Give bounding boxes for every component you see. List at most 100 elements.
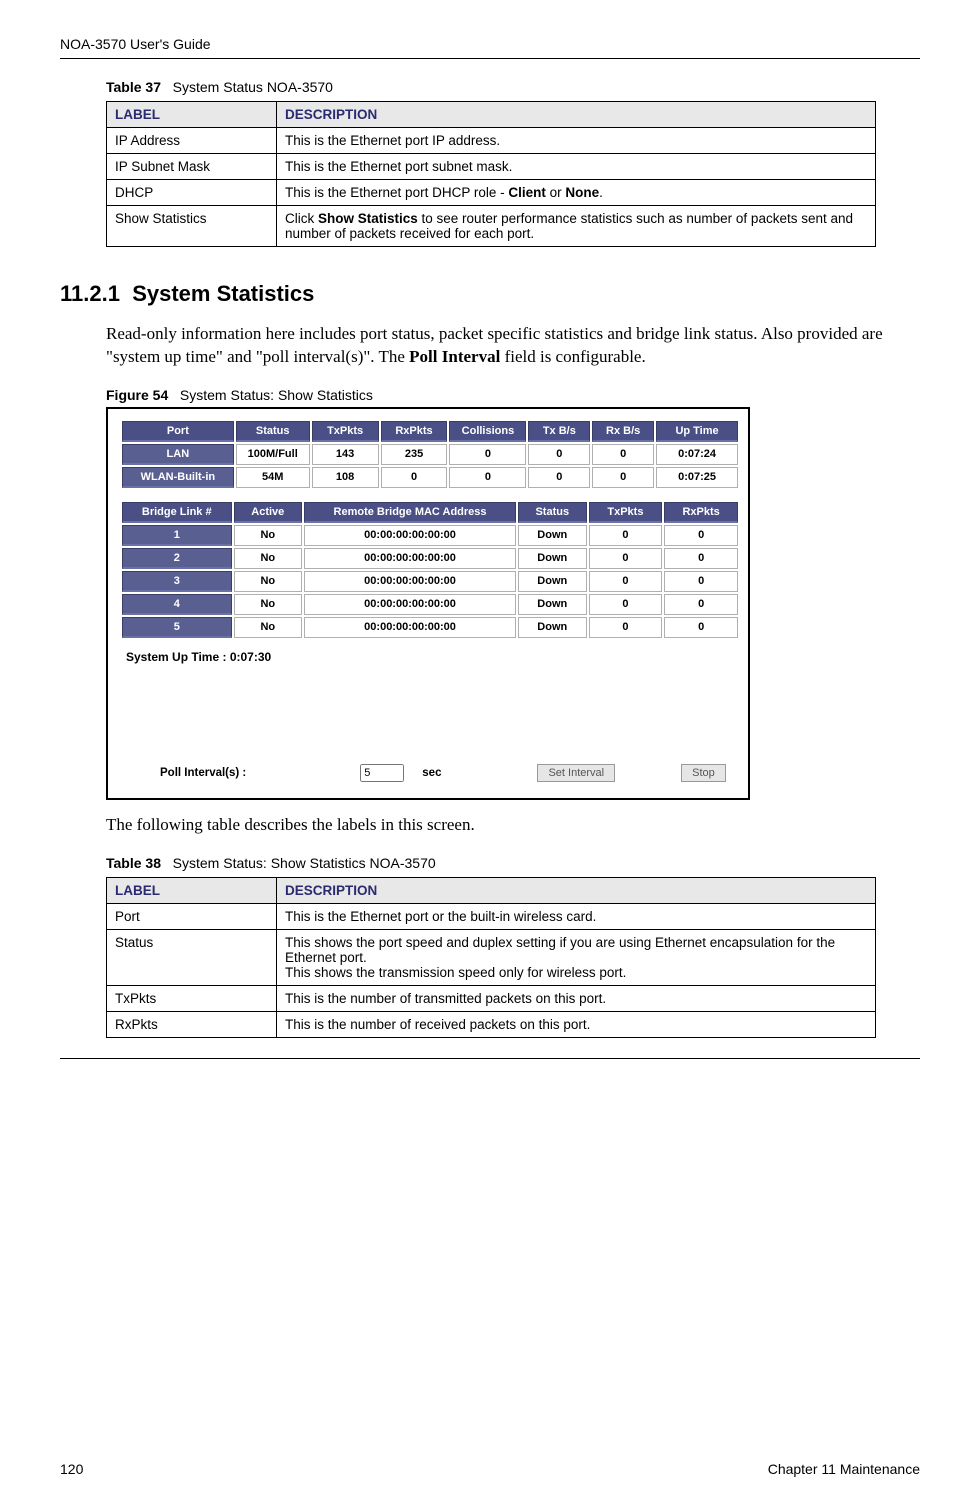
section-title: System Statistics	[132, 281, 314, 306]
table37-col-label: LABEL	[107, 102, 277, 128]
table-row: IP Address This is the Ethernet port IP …	[107, 128, 876, 154]
bridge-r0-n: 1	[122, 525, 232, 546]
table-row: DHCP This is the Ethernet port DHCP role…	[107, 180, 876, 206]
bridge-r1-tx: 0	[589, 548, 663, 569]
bridge-h-status: Status	[518, 502, 587, 523]
set-interval-button[interactable]: Set Interval	[537, 764, 615, 782]
table38-caption: Table 38 System Status: Show Statistics …	[106, 855, 920, 871]
ports-h-rxbs: Rx B/s	[592, 421, 654, 442]
bridge-h-tx: TxPkts	[589, 502, 663, 523]
text: This shows the transmission speed only f…	[285, 965, 626, 980]
ports-r1-port: WLAN-Built-in	[122, 467, 234, 488]
bridge-r2-n: 3	[122, 571, 232, 592]
system-uptime-label: System Up Time :	[126, 650, 226, 664]
ports-table: Port Status TxPkts RxPkts Collisions Tx …	[120, 419, 740, 490]
bridge-r0-mac: 00:00:00:00:00:00	[304, 525, 516, 546]
table37-caption: Table 37 System Status NOA-3570	[106, 79, 920, 95]
chapter-label: Chapter 11 Maintenance	[768, 1461, 920, 1477]
bridge-h-n: Bridge Link #	[122, 502, 232, 523]
figure54-caption-num: Figure 54	[106, 387, 168, 403]
bridge-r4-n: 5	[122, 617, 232, 638]
bridge-r3-rx: 0	[664, 594, 738, 615]
ports-h-tx: TxPkts	[312, 421, 379, 442]
table38-r1-label: Status	[107, 929, 277, 985]
bridge-r3-active: No	[234, 594, 303, 615]
ports-r0-col: 0	[449, 444, 526, 465]
table38-r0-desc: This is the Ethernet port or the built-i…	[277, 903, 876, 929]
figure54-panel: Port Status TxPkts RxPkts Collisions Tx …	[106, 407, 750, 800]
ports-r0-port: LAN	[122, 444, 234, 465]
table38-r3-label: RxPkts	[107, 1011, 277, 1037]
text-bold: None	[565, 185, 599, 200]
table38-r2-label: TxPkts	[107, 985, 277, 1011]
table38-r1-desc: This shows the port speed and duplex set…	[277, 929, 876, 985]
table-row: LAN 100M/Full 143 235 0 0 0 0:07:24	[122, 444, 738, 465]
section-number: 11.2.1	[60, 281, 120, 306]
text: .	[599, 185, 603, 200]
bridge-r2-status: Down	[518, 571, 587, 592]
ports-r0-tx: 143	[312, 444, 379, 465]
bridge-r1-active: No	[234, 548, 303, 569]
poll-unit: sec	[422, 767, 441, 779]
bridge-r0-status: Down	[518, 525, 587, 546]
bridge-r1-status: Down	[518, 548, 587, 569]
table38-r0-label: Port	[107, 903, 277, 929]
ports-header-row: Port Status TxPkts RxPkts Collisions Tx …	[122, 421, 738, 442]
table37-caption-text: System Status NOA-3570	[173, 79, 333, 95]
table38-col-desc: DESCRIPTION	[277, 877, 876, 903]
table37-r3-label: Show Statistics	[107, 206, 277, 247]
table-row: Status This shows the port speed and dup…	[107, 929, 876, 985]
ports-r1-status: 54M	[236, 467, 310, 488]
ports-r1-up: 0:07:25	[656, 467, 738, 488]
ports-r0-rxbs: 0	[592, 444, 654, 465]
poll-row: Poll Interval(s) : sec Set Interval Stop	[160, 764, 736, 782]
ports-h-status: Status	[236, 421, 310, 442]
ports-r1-rx: 0	[381, 467, 448, 488]
page-footer: 120 Chapter 11 Maintenance	[60, 1461, 920, 1477]
table-row: 3 No 00:00:00:00:00:00 Down 0 0	[122, 571, 738, 592]
table37-r3-desc: Click Show Statistics to see router perf…	[277, 206, 876, 247]
table-row: 4 No 00:00:00:00:00:00 Down 0 0	[122, 594, 738, 615]
table37-col-desc: DESCRIPTION	[277, 102, 876, 128]
table37-r1-label: IP Subnet Mask	[107, 154, 277, 180]
table37-r2-desc: This is the Ethernet port DHCP role - Cl…	[277, 180, 876, 206]
ports-h-rx: RxPkts	[381, 421, 448, 442]
table38-col-label: LABEL	[107, 877, 277, 903]
ports-r1-txbs: 0	[528, 467, 590, 488]
table-row: Show Statistics Click Show Statistics to…	[107, 206, 876, 247]
table-row: IP Subnet Mask This is the Ethernet port…	[107, 154, 876, 180]
stop-button[interactable]: Stop	[681, 764, 726, 782]
running-header: NOA-3570 User's Guide	[60, 36, 920, 52]
ports-h-txbs: Tx B/s	[528, 421, 590, 442]
ports-r1-rxbs: 0	[592, 467, 654, 488]
table38-caption-num: Table 38	[106, 855, 161, 871]
table-row: 5 No 00:00:00:00:00:00 Down 0 0	[122, 617, 738, 638]
bridge-r2-mac: 00:00:00:00:00:00	[304, 571, 516, 592]
system-uptime: System Up Time : 0:07:30	[126, 650, 736, 664]
bridge-r2-rx: 0	[664, 571, 738, 592]
table37-caption-num: Table 37	[106, 79, 161, 95]
table37-header-row: LABEL DESCRIPTION	[107, 102, 876, 128]
section-heading: 11.2.1 System Statistics	[60, 281, 920, 307]
text: This shows the port speed and duplex set…	[285, 935, 835, 965]
ports-h-up: Up Time	[656, 421, 738, 442]
table37-r0-desc: This is the Ethernet port IP address.	[277, 128, 876, 154]
bridge-h-rx: RxPkts	[664, 502, 738, 523]
header-rule	[60, 58, 920, 59]
bridge-header-row: Bridge Link # Active Remote Bridge MAC A…	[122, 502, 738, 523]
table-row: 1 No 00:00:00:00:00:00 Down 0 0	[122, 525, 738, 546]
table-row: WLAN-Built-in 54M 108 0 0 0 0 0:07:25	[122, 467, 738, 488]
table38-intro: The following table describes the labels…	[106, 814, 896, 837]
table38: LABEL DESCRIPTION Port This is the Ether…	[106, 877, 876, 1038]
bridge-r4-tx: 0	[589, 617, 663, 638]
bridge-r0-tx: 0	[589, 525, 663, 546]
bridge-r3-tx: 0	[589, 594, 663, 615]
figure54-caption-text: System Status: Show Statistics	[180, 387, 373, 403]
table37-r0-label: IP Address	[107, 128, 277, 154]
section-paragraph: Read-only information here includes port…	[106, 323, 896, 369]
bridge-r0-rx: 0	[664, 525, 738, 546]
poll-interval-input[interactable]	[360, 764, 404, 782]
bridge-h-active: Active	[234, 502, 303, 523]
table37-r2-label: DHCP	[107, 180, 277, 206]
table-row: Port This is the Ethernet port or the bu…	[107, 903, 876, 929]
